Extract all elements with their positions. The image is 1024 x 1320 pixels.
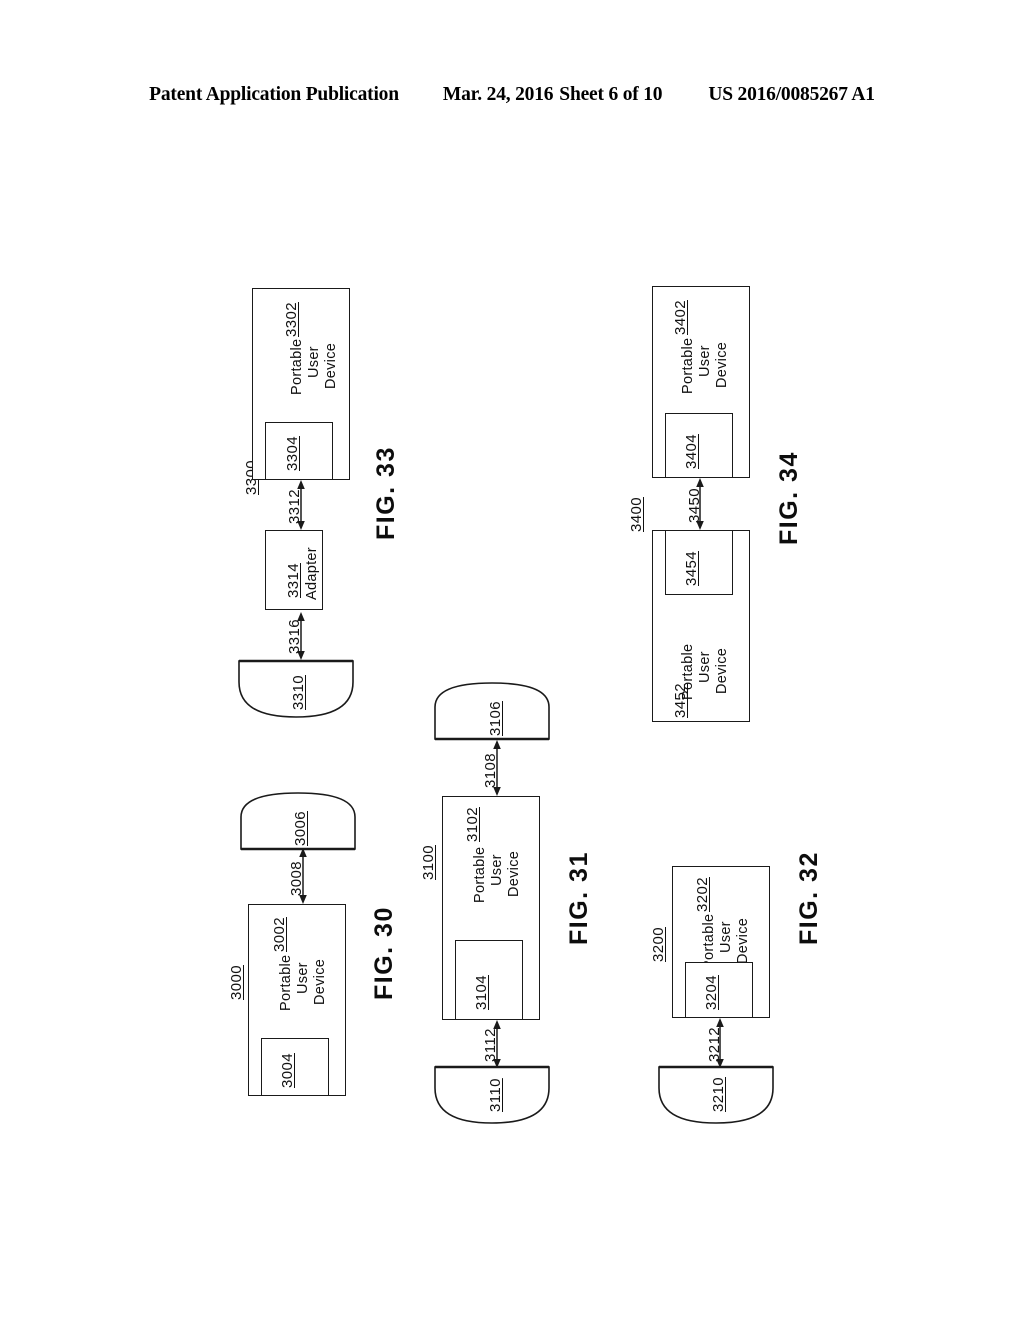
fig31-link-3112-ref: 3112 (482, 1028, 499, 1062)
fig33-link-3312-ref: 3312 (286, 489, 303, 524)
fig33-device-label-line3: Device (323, 342, 339, 389)
fig34-device-a-label-line1: Portable (680, 337, 696, 394)
fig34-link-3450-ref: 3450 (686, 488, 703, 523)
fig30-caption: FIG. 30 (370, 906, 398, 1000)
fig30-device-port-ref: 3004 (279, 1053, 296, 1088)
fig34-device-a-label-line2: User (697, 345, 713, 377)
fig34-device-b-label-line1: Portable (680, 643, 696, 700)
fig30-device-ref: 3002 (271, 917, 288, 952)
fig31-system-ref: 3100 (420, 845, 437, 880)
fig32-device-label-line2: User (718, 921, 734, 953)
fig32-link-3212-ref: 3212 (706, 1027, 723, 1062)
fig34-device-a-port-ref: 3404 (683, 434, 700, 469)
fig31-bowl-top-ref: 3106 (487, 701, 504, 736)
fig34-device-a-ref: 3402 (672, 300, 689, 335)
fig32-device-port-ref: 3204 (703, 975, 720, 1010)
fig34-caption: FIG. 34 (775, 451, 803, 545)
fig33-device-port-ref: 3304 (284, 436, 301, 471)
fig33-link-3316-ref: 3316 (286, 619, 303, 654)
fig34-device-a-label-line3: Device (714, 341, 730, 388)
fig33-device-label-line1: Portable (289, 338, 305, 395)
fig32-device-label-line3: Device (735, 917, 751, 964)
fig32-caption: FIG. 32 (795, 851, 823, 945)
fig30-system-ref: 3000 (228, 965, 245, 1000)
fig31-caption: FIG. 31 (565, 851, 593, 945)
fig32-device-ref: 3202 (694, 877, 711, 912)
fig31-device-label-line1: Portable (472, 846, 488, 903)
fig31-device-label-line2: User (489, 854, 505, 886)
fig31-device-label-line3: Device (506, 850, 522, 897)
fig33-adapter-label: Adapter (304, 547, 320, 600)
fig33-bowl-ref: 3310 (290, 675, 307, 710)
fig34-device-b-label-line3: Device (714, 647, 730, 694)
fig34-system-ref: 3400 (628, 497, 645, 532)
fig34-device-b-port-ref: 3454 (683, 551, 700, 586)
fig30-device-label-line2: User (295, 962, 311, 994)
fig31-bowl-bottom-ref: 3110 (487, 1078, 504, 1112)
fig30-bowl-ref: 3006 (292, 811, 309, 846)
fig32-system-ref: 3200 (650, 927, 667, 962)
fig32-bowl-ref: 3210 (710, 1077, 727, 1112)
fig33-caption: FIG. 33 (372, 446, 400, 540)
fig31-link-3108-ref: 3108 (482, 753, 499, 788)
fig30-device-label-line3: Device (312, 958, 328, 1005)
fig31-device-ref: 3102 (464, 807, 481, 842)
fig30-link-3008-ref: 3008 (288, 861, 305, 896)
fig33-device-label-line2: User (306, 346, 322, 378)
fig30-device-label-line1: Portable (278, 954, 294, 1011)
fig33-device-ref: 3302 (283, 302, 300, 337)
fig33-adapter-ref: 3314 (285, 563, 302, 598)
fig31-device-port-ref: 3104 (473, 975, 490, 1010)
fig34-device-b-label-line2: User (697, 651, 713, 683)
drawing-sheet: 3300 3302 Portable User Device 3304 3312… (0, 0, 1024, 1320)
